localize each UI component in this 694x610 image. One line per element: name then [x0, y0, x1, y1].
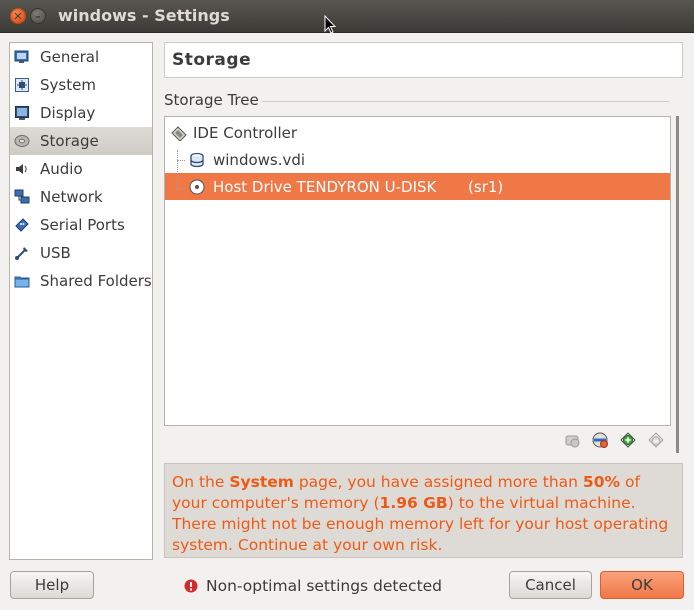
tree-item-windows-vdi[interactable]: windows.vdi: [165, 146, 670, 173]
sidebar-item-storage[interactable]: Storage: [10, 127, 152, 155]
add-controller-icon[interactable]: [563, 431, 581, 449]
close-icon[interactable]: ✕: [10, 8, 26, 24]
title-bar[interactable]: ✕ – windows - Settings: [0, 0, 694, 33]
status-text: Non-optimal settings detected: [206, 577, 443, 595]
sidebar-item-label: USB: [40, 244, 71, 262]
warning-text-bold: 50%: [582, 473, 621, 491]
page-header: Storage: [164, 42, 683, 78]
tree-item-host-drive[interactable]: Host Drive TENDYRON U-DISK (sr1): [165, 173, 670, 200]
warning-message: On the System page, you have assigned mo…: [164, 463, 683, 558]
tree-item-label: windows.vdi: [213, 150, 306, 169]
optical-disc-icon: [189, 179, 205, 194]
sidebar-item-usb[interactable]: USB: [10, 239, 152, 267]
sidebar-item-audio[interactable]: Audio: [10, 155, 152, 183]
cancel-button[interactable]: Cancel: [509, 571, 592, 599]
sidebar-item-label: Storage: [40, 132, 99, 150]
sidebar-item-label: System: [40, 76, 96, 94]
help-button[interactable]: Help: [10, 571, 94, 599]
page-title: Storage: [172, 50, 252, 70]
minimize-icon[interactable]: –: [30, 8, 46, 24]
monitor-icon: [14, 50, 29, 63]
display-icon: [15, 106, 29, 120]
settings-window: ✕ – windows - Settings General System Di…: [0, 0, 694, 610]
hard-disk-icon: [190, 152, 204, 167]
add-optical-drive-icon[interactable]: [591, 431, 609, 449]
sidebar-item-system[interactable]: System: [10, 71, 152, 99]
scrollbar[interactable]: [676, 116, 679, 453]
folder-icon: [14, 276, 30, 288]
serial-port-icon: [15, 218, 29, 232]
tree-connector: [177, 188, 185, 189]
sidebar-item-network[interactable]: Network: [10, 183, 152, 211]
status-indicator[interactable]: Non-optimal settings detected: [184, 577, 442, 595]
speaker-icon: [16, 164, 27, 174]
disk-icon: [14, 135, 30, 147]
warning-text: On the: [172, 473, 230, 491]
sidebar-item-label: Network: [40, 188, 103, 206]
sidebar-item-label: Shared Folders: [40, 272, 152, 290]
sidebar-item-general[interactable]: General: [10, 43, 152, 71]
tree-item-ide-controller[interactable]: IDE Controller: [165, 119, 670, 146]
warning-text-bold: 1.96 GB: [379, 494, 448, 512]
sidebar-item-shared-folders[interactable]: Shared Folders: [10, 267, 152, 295]
tree-connector: [177, 160, 185, 161]
tree-connector: [177, 150, 178, 190]
remove-attachment-icon[interactable]: [647, 431, 665, 449]
ok-button[interactable]: OK: [600, 571, 684, 599]
sidebar-item-label: Audio: [40, 160, 83, 178]
sidebar-item-display[interactable]: Display: [10, 99, 152, 127]
error-icon: [184, 579, 198, 593]
tree-item-label: Host Drive TENDYRON U-DISK: [213, 177, 437, 196]
settings-sidebar: General System Display Storage Audio Net…: [9, 42, 153, 560]
warning-text: page, you have assigned more than: [293, 473, 583, 491]
help-button-label: Help: [34, 576, 70, 594]
controller-icon: [171, 125, 187, 141]
sidebar-item-label: Serial Ports: [40, 216, 125, 234]
sidebar-item-serial-ports[interactable]: Serial Ports: [10, 211, 152, 239]
ok-button-label: OK: [631, 576, 653, 594]
usb-icon: [15, 247, 28, 260]
storage-tree[interactable]: IDE Controller windows.vdi Host Drive TE…: [164, 116, 671, 426]
tree-item-label: IDE Controller: [193, 123, 298, 142]
section-divider: [262, 101, 669, 102]
cancel-button-label: Cancel: [525, 576, 576, 594]
storage-tree-label: Storage Tree: [164, 91, 259, 109]
window-title: windows - Settings: [58, 6, 230, 25]
sidebar-item-label: General: [40, 48, 100, 66]
add-attachment-icon[interactable]: [619, 431, 637, 449]
warning-text-bold: System: [229, 473, 294, 491]
tree-item-slot: (sr1): [468, 177, 504, 196]
network-icon: [14, 189, 30, 204]
sidebar-item-label: Display: [40, 104, 96, 122]
mouse-cursor-icon: [324, 15, 336, 34]
chip-icon: [15, 78, 29, 92]
